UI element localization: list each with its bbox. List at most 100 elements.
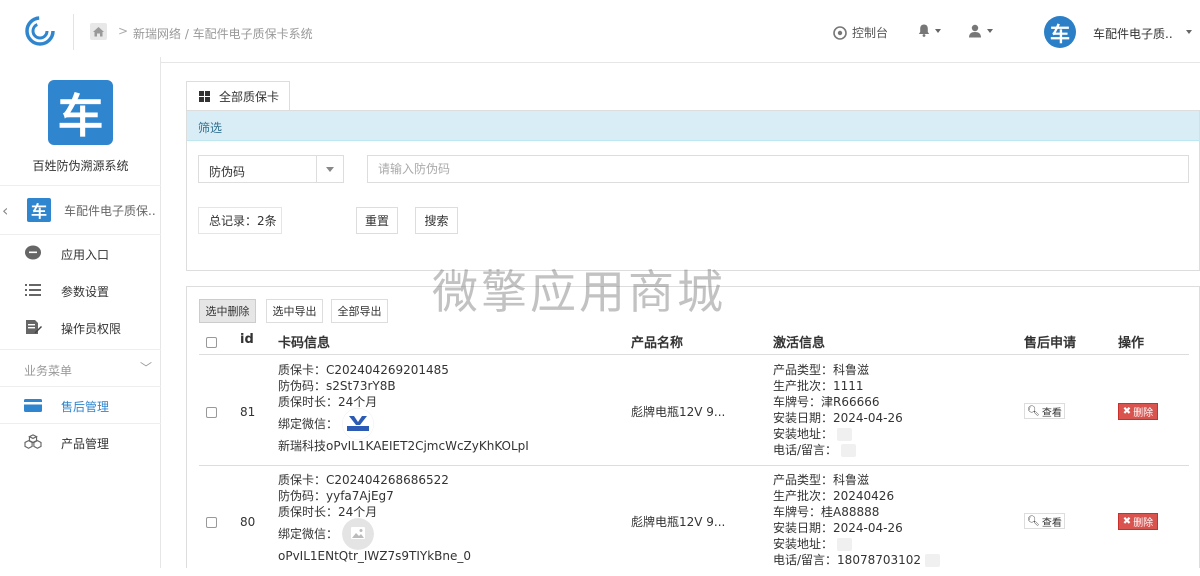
current-app-bar[interactable]: ‹ 车 车配件电子质保... [0, 185, 161, 235]
table-row: 81 质保卡：C202404269201485 防伪码：s2St73rY8B 质… [199, 356, 1189, 466]
list-icon [25, 284, 41, 296]
sidebar-item-products[interactable]: 产品管理 [0, 423, 161, 459]
production-batch: 生产批次：20240426 [773, 489, 895, 503]
delete-row-button[interactable]: ✖ 删除 [1118, 403, 1158, 420]
sidebar-item-app-entry[interactable]: 应用入口 [0, 235, 161, 271]
chat-bubble-icon [25, 245, 41, 260]
warranty-duration: 质保时长：24个月 [278, 395, 378, 409]
phone-label: 电话/留言： [773, 443, 838, 457]
app-switcher-label[interactable]: 车配件电子质... [1093, 25, 1173, 42]
product-type: 产品类型：科鲁滋 [773, 473, 870, 487]
reset-button[interactable]: 重置 [356, 207, 398, 234]
sidebar-item-label: 售后管理 [61, 400, 110, 414]
view-label: 查看 [1041, 407, 1062, 419]
license-plate: 车牌号：津R66666 [773, 395, 880, 409]
column-header[interactable]: id [240, 332, 254, 347]
install-address: 安装地址： [773, 426, 1003, 442]
filter-panel: 筛选 防伪码 总记录：2条 重置 搜索 [186, 110, 1200, 271]
table-row: 80 质保卡：C202404268686522 防伪码：yyfa7AjEg7 质… [199, 466, 1189, 576]
column-header: 产品名称 [631, 336, 684, 351]
home-icon[interactable] [90, 23, 107, 40]
product-name: 彪牌电瓶12V 9... [631, 405, 726, 419]
system-name: 百姓防伪溯源系统 [32, 159, 129, 173]
user-icon [969, 24, 981, 38]
filter-title: 筛选 [187, 111, 1199, 141]
card-number: 质保卡：C202404268686522 [278, 473, 449, 487]
view-after-sales-button[interactable]: 🔍︎ 查看 [1024, 513, 1065, 529]
total-count: 总记录：2条 [198, 207, 282, 234]
export-all-button[interactable]: 全部导出 [331, 299, 388, 323]
row-checkbox[interactable] [206, 407, 217, 418]
breadcrumb[interactable]: 新瑞网络 / 车配件电子质保卡系统 [133, 25, 313, 42]
delete-row-button[interactable]: ✖ 删除 [1118, 513, 1158, 530]
column-header: 操作 [1118, 336, 1145, 351]
card-info: 质保卡：C202404269201485 防伪码：s2St73rY8B 质保时长… [278, 362, 618, 454]
chevron-right-icon: > [118, 24, 129, 38]
credit-card-icon [24, 399, 42, 412]
user-dropdown[interactable] [968, 24, 993, 38]
caret-down-icon [935, 28, 941, 33]
export-selected-button[interactable]: 选中导出 [266, 299, 323, 323]
column-header: 售后申请 [1024, 336, 1077, 351]
wechat-binding: 绑定微信： [278, 518, 618, 550]
row-id: 80 [240, 515, 256, 529]
chevron-left-icon[interactable]: ‹ [2, 201, 8, 220]
activation-info: 产品类型：科鲁滋 生产批次：20240426 车牌号：桂A88888 安装日期：… [773, 472, 1003, 568]
install-address: 安装地址： [773, 536, 1003, 552]
comment-icon[interactable] [925, 554, 941, 567]
phone-message: 电话/留言： [773, 442, 1003, 458]
product-name: 彪牌电瓶12V 9... [631, 515, 726, 529]
image-placeholder-icon[interactable] [342, 518, 375, 550]
business-menu-header[interactable]: 业务菜单 ﹀ [0, 349, 161, 387]
app-avatar[interactable]: 车 [1044, 16, 1076, 48]
search-button[interactable]: 搜索 [415, 207, 458, 234]
column-header: 卡码信息 [278, 336, 331, 351]
console-link[interactable]: 控制台 [833, 24, 888, 41]
warranty-duration: 质保时长：24个月 [278, 505, 378, 519]
row-checkbox[interactable] [206, 517, 217, 528]
view-after-sales-button[interactable]: 🔍︎ 查看 [1024, 403, 1065, 419]
map-marker-icon[interactable] [837, 538, 853, 551]
search-icon: 🔍︎ [1027, 405, 1040, 417]
watermark: 微擎应用商城 [432, 265, 726, 319]
system-logo: 车 [48, 80, 113, 145]
wechat-avatar-image[interactable] [342, 408, 375, 440]
search-input[interactable] [367, 155, 1189, 183]
production-batch: 生产批次：1111 [773, 379, 864, 393]
table-header: id 卡码信息 产品名称 激活信息 售后申请 操作 [199, 331, 1189, 355]
anti-fake-code: 防伪码：s2St73rY8B [278, 379, 396, 393]
section-label: 业务菜单 [24, 364, 73, 378]
sidebar-item-label: 产品管理 [61, 437, 110, 451]
wechat-name: oPvIL1ENtQtr_IWZ7s9TIYkBne_0 [278, 549, 472, 563]
wechat-label: 绑定微信： [278, 417, 339, 431]
wechat-label: 绑定微信： [278, 527, 339, 541]
select-all-checkbox[interactable] [206, 337, 217, 348]
sidebar: 车 百姓防伪溯源系统 ‹ 车 车配件电子质保... 应用入口 参数设置 操作员权… [0, 57, 161, 568]
app-logo-icon[interactable] [24, 15, 56, 47]
top-bar: > 新瑞网络 / 车配件电子质保卡系统 控制台 车 车配件电子质... [0, 0, 1200, 63]
sidebar-item-after-sales[interactable]: 售后管理 [0, 387, 161, 423]
caret-down-icon [987, 29, 993, 33]
notification-dropdown[interactable] [918, 24, 941, 37]
sidebar-item-operator-permissions[interactable]: 操作员权限 [0, 309, 161, 345]
sidebar-item-label: 操作员权限 [61, 322, 122, 336]
wechat-name: 新瑞科技oPvIL1KAEIET2CjmcWcZyKhKOLpI [278, 439, 529, 453]
activation-info: 产品类型：科鲁滋 生产批次：1111 车牌号：津R66666 安装日期：2024… [773, 362, 1003, 458]
dashboard-icon [833, 25, 847, 40]
comment-icon[interactable] [841, 444, 857, 457]
warranty-list-panel: 选中删除 选中导出 全部导出 id 卡码信息 产品名称 激活信息 售后申请 操作… [186, 286, 1200, 568]
row-id: 81 [240, 405, 256, 419]
edit-document-icon [26, 320, 42, 334]
license-plate: 车牌号：桂A88888 [773, 505, 880, 519]
filter-field-select[interactable]: 防伪码 [198, 155, 344, 183]
delete-label: 删除 [1133, 408, 1154, 419]
bell-icon [918, 24, 930, 37]
search-icon: 🔍︎ [1027, 515, 1040, 527]
address-label: 安装地址： [773, 537, 834, 551]
map-marker-icon[interactable] [837, 428, 853, 441]
caret-down-icon[interactable] [1186, 30, 1192, 34]
app-icon: 车 [27, 198, 51, 222]
delete-selected-button[interactable]: 选中删除 [199, 299, 256, 323]
sidebar-item-settings[interactable]: 参数设置 [0, 272, 161, 308]
tab-all-warranty-cards[interactable]: 全部质保卡 [186, 81, 290, 111]
